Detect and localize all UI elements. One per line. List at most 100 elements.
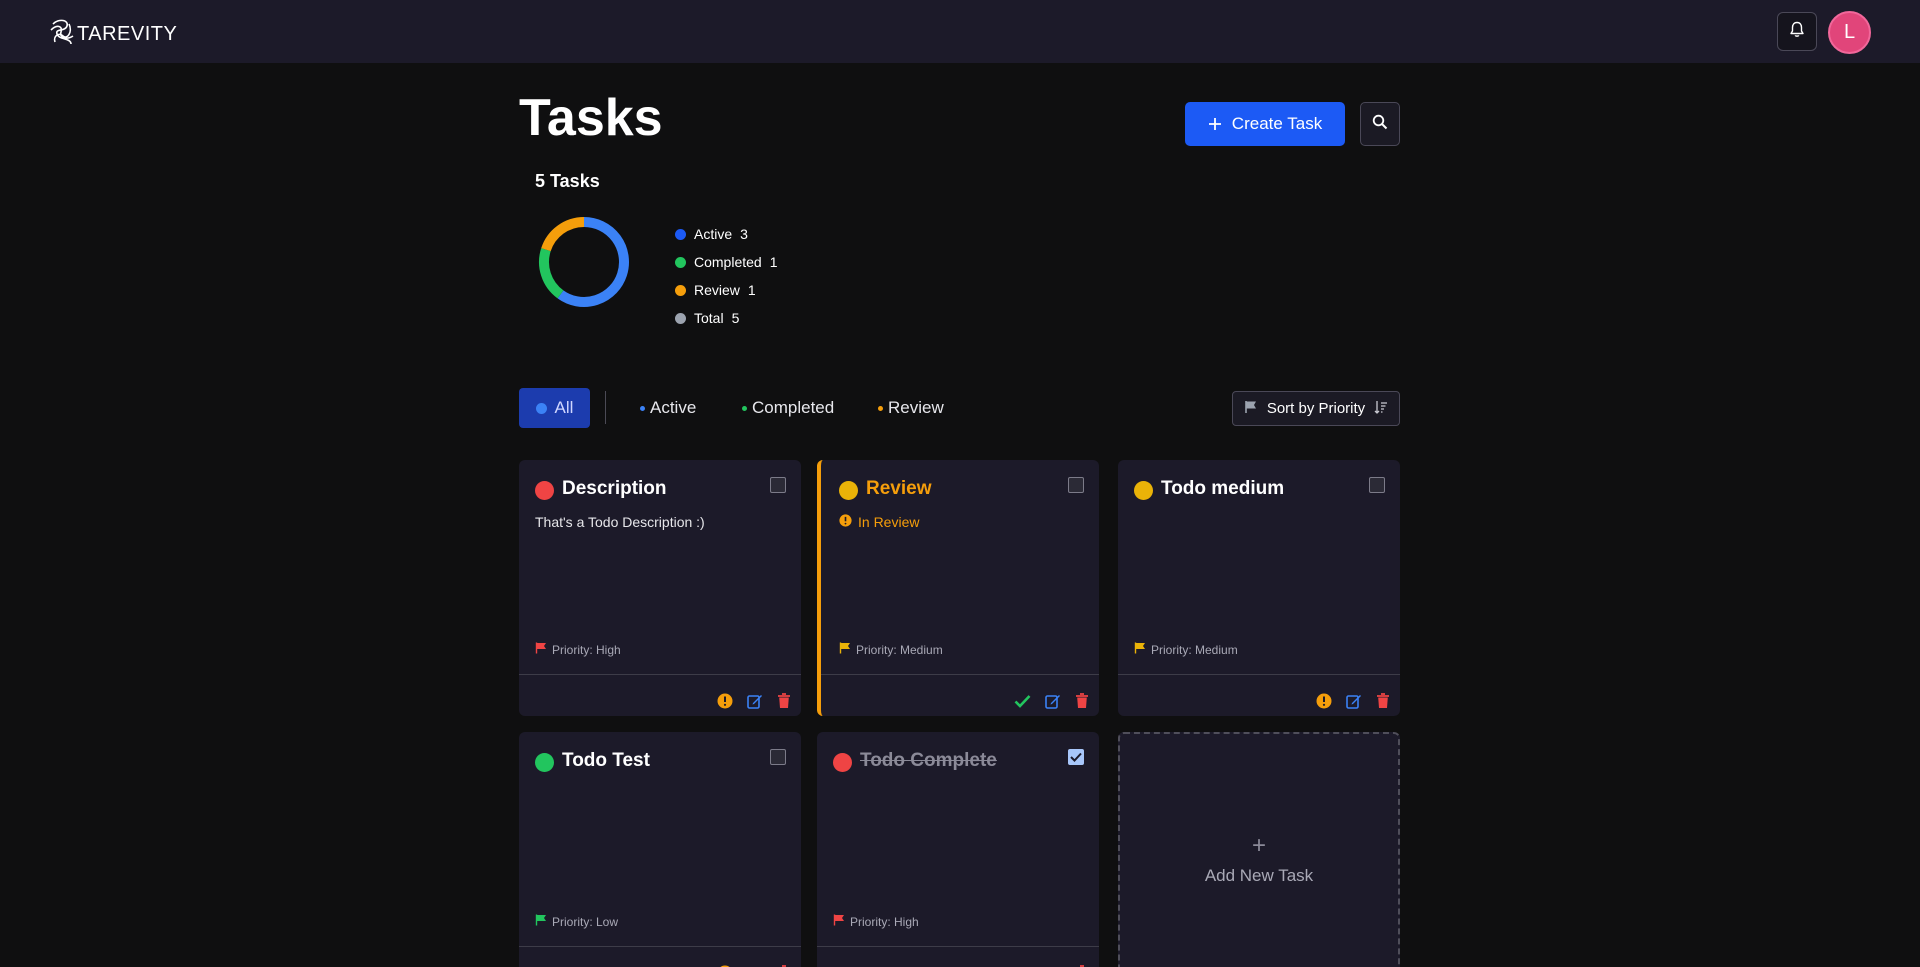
task-title: Todo medium: [1161, 478, 1285, 499]
alert-icon: [839, 514, 852, 530]
task-checkbox-checked[interactable]: [1068, 749, 1084, 765]
legend-item-review: Review 1: [675, 276, 778, 304]
create-task-button[interactable]: Create Task: [1185, 102, 1345, 146]
legend-item-total: Total 5: [675, 304, 778, 332]
task-card[interactable]: Todo Test Priority: Low: [519, 732, 801, 967]
filter-label: All: [554, 398, 574, 417]
search-button[interactable]: [1360, 102, 1400, 146]
legend-count: 1: [747, 282, 756, 298]
task-card[interactable]: Todo Complete Priority: High: [817, 732, 1099, 967]
plus-icon: +: [1251, 832, 1266, 859]
filter-tab-all[interactable]: All: [519, 388, 590, 428]
task-priority: Priority: High: [535, 642, 621, 657]
notifications-button[interactable]: [1777, 12, 1817, 51]
plus-icon: [1208, 114, 1222, 134]
card-divider: [817, 946, 1099, 947]
user-avatar[interactable]: L: [1828, 11, 1871, 54]
top-bar: TAREVITY L: [0, 0, 1920, 63]
task-priority: Priority: Low: [535, 914, 618, 929]
delete-icon[interactable]: [1376, 693, 1390, 709]
app-logo[interactable]: TAREVITY: [49, 18, 177, 51]
legend-dot: [675, 312, 686, 324]
flag-icon: [833, 914, 845, 929]
task-priority: Priority: High: [833, 914, 919, 929]
card-actions: [717, 693, 791, 709]
sort-label: Sort by Priority: [1266, 400, 1366, 417]
legend-label: Review: [694, 282, 740, 298]
legend-label: Active: [694, 226, 733, 242]
legend-dot: [675, 284, 686, 296]
priority-label: Priority: High: [552, 642, 621, 657]
task-checkbox[interactable]: [1369, 477, 1385, 493]
flag-icon: [839, 642, 851, 657]
create-task-label: Create Task: [1231, 114, 1323, 133]
card-divider: [821, 674, 1099, 675]
priority-label: Priority: Medium: [856, 642, 943, 657]
flag-icon: [1244, 400, 1258, 418]
task-checkbox[interactable]: [770, 749, 786, 765]
task-checkbox[interactable]: [1068, 477, 1084, 493]
legend-dot: [675, 256, 686, 268]
status-legend: Active 3 Completed 1 Review 1 Total 5: [675, 220, 778, 332]
task-title: Description: [562, 478, 667, 499]
filter-dot: [878, 405, 883, 411]
check-icon[interactable]: [1014, 694, 1031, 708]
filter-label: Completed: [752, 398, 835, 417]
filter-tab-active[interactable]: Active: [640, 398, 696, 418]
task-checkbox[interactable]: [770, 477, 786, 493]
filter-label: Review: [888, 398, 944, 417]
priority-dot: [1134, 481, 1153, 500]
filter-divider: [605, 391, 606, 424]
task-card[interactable]: Todo medium Priority: Medium: [1118, 460, 1400, 716]
legend-count: 1: [769, 254, 778, 270]
priority-label: Priority: High: [850, 914, 919, 929]
task-description: That's a Todo Description :): [535, 514, 705, 530]
mark-review-icon[interactable]: [717, 693, 733, 709]
priority-dot: [535, 753, 554, 772]
legend-label: Completed: [694, 254, 762, 270]
edit-icon[interactable]: [1346, 693, 1362, 709]
edit-icon[interactable]: [747, 693, 763, 709]
task-priority: Priority: Medium: [839, 642, 943, 657]
card-divider: [519, 946, 801, 947]
card-divider: [519, 674, 801, 675]
flag-icon: [1134, 642, 1146, 657]
filter-dot: [535, 402, 547, 414]
legend-count: 5: [731, 310, 740, 326]
flag-icon: [535, 914, 547, 929]
legend-label: Total: [694, 310, 724, 326]
app-name: TAREVITY: [77, 23, 178, 45]
task-title: Todo Complete: [860, 750, 997, 771]
mark-review-icon[interactable]: [1316, 693, 1332, 709]
filter-dot: [640, 405, 645, 411]
add-new-task-card[interactable]: + Add New Task: [1118, 732, 1400, 967]
status-donut-chart: [539, 217, 629, 307]
donut-slice-completed: [539, 248, 564, 299]
add-new-task-label: Add New Task: [1204, 866, 1314, 885]
logo-icon: [49, 18, 75, 51]
sort-by-priority-button[interactable]: Sort by Priority: [1232, 391, 1400, 426]
priority-label: Priority: Medium: [1151, 642, 1238, 657]
filter-dot: [742, 405, 747, 411]
legend-item-completed: Completed 1: [675, 248, 778, 276]
task-card[interactable]: Review In Review Priority: Medium: [817, 460, 1099, 716]
card-actions: [1014, 693, 1089, 709]
filter-tab-review[interactable]: Review: [878, 398, 944, 418]
donut-slice-review: [541, 217, 585, 252]
task-card[interactable]: Description That's a Todo Description :)…: [519, 460, 801, 716]
filter-tab-completed[interactable]: Completed: [742, 398, 834, 418]
delete-icon[interactable]: [777, 693, 791, 709]
task-priority: Priority: Medium: [1134, 642, 1238, 657]
delete-icon[interactable]: [1075, 693, 1089, 709]
priority-dot: [833, 753, 852, 772]
flag-icon: [535, 642, 547, 657]
filter-label: Active: [650, 398, 697, 417]
tasks-count: 5 Tasks: [535, 171, 600, 191]
page-title: Tasks: [519, 89, 663, 147]
legend-count: 3: [740, 226, 748, 242]
priority-dot: [535, 481, 554, 500]
edit-icon[interactable]: [1045, 693, 1061, 709]
donut-slice-active: [557, 217, 629, 307]
search-icon: [1372, 114, 1388, 135]
task-title: Review: [866, 478, 932, 499]
